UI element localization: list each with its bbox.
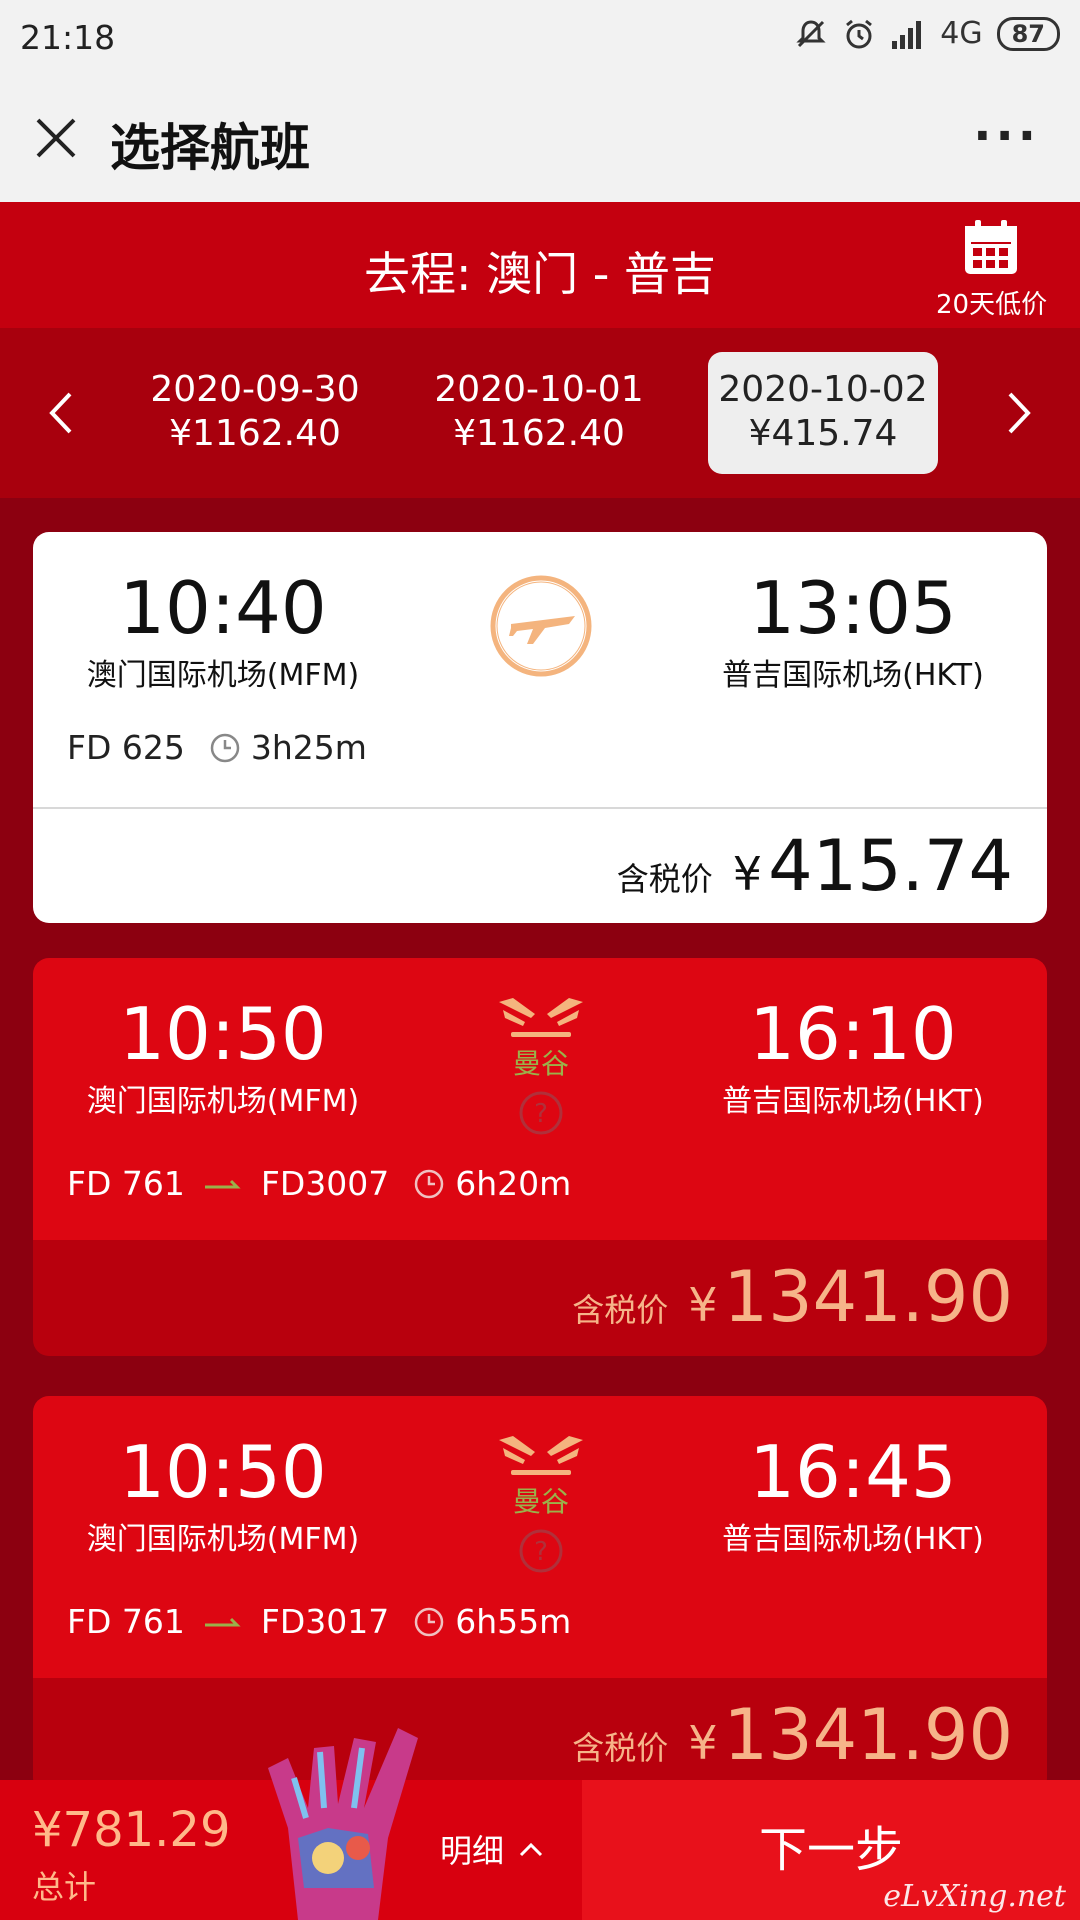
connect-arrow-icon bbox=[204, 1617, 241, 1626]
help-icon[interactable]: ? bbox=[518, 1528, 564, 1574]
detail-label: 明细 bbox=[440, 1832, 505, 1870]
chevron-left-icon[interactable] bbox=[42, 388, 82, 438]
title-bar: 选择航班 ··· bbox=[0, 78, 1080, 202]
price-value: 1341.90 bbox=[723, 1256, 1013, 1338]
arrival-airport: 普吉国际机场(HKT) bbox=[722, 658, 984, 693]
arrival-airport: 普吉国际机场(HKT) bbox=[722, 1522, 984, 1557]
transfer-city: 曼谷 bbox=[512, 1047, 569, 1080]
date-option-date: 2020-10-01 bbox=[434, 369, 644, 410]
calendar-label: 20天低价 bbox=[936, 290, 1048, 320]
price-row: 含税价 ¥ 1341.90 bbox=[572, 1256, 1013, 1338]
departure-airport: 澳门国际机场(MFM) bbox=[86, 1084, 360, 1119]
network-type: 4G bbox=[940, 16, 983, 51]
date-selector: 2020-09-30 ¥1162.40 2020-10-01 ¥1162.40 … bbox=[0, 328, 1080, 498]
total-label: 总计 bbox=[32, 1868, 97, 1906]
flight-card-price: 含税价 ¥ 415.74 bbox=[33, 807, 1047, 923]
battery-indicator: 87 bbox=[996, 16, 1060, 51]
currency-symbol: ¥ bbox=[732, 847, 763, 901]
arrival-time: 16:45 bbox=[749, 1430, 957, 1514]
flight-number: FD 761 bbox=[67, 1602, 185, 1641]
price-row: 含税价 ¥ 1341.90 bbox=[572, 1694, 1013, 1776]
bottom-action-bar: ¥781.29 总计 明细 下一步 eLvXing.net bbox=[0, 1728, 1080, 1920]
close-icon[interactable] bbox=[32, 114, 80, 162]
watermark: eLvXing.net bbox=[883, 1879, 1066, 1914]
route-header: 去程: 澳门 - 普吉 20天低价 bbox=[0, 202, 1080, 328]
clock-icon bbox=[415, 1607, 444, 1636]
arrival-time: 13:05 bbox=[749, 566, 957, 650]
price-label: 含税价 bbox=[616, 860, 713, 898]
total-price: ¥781.29 bbox=[32, 1802, 231, 1858]
flight-duration: 6h20m bbox=[455, 1164, 572, 1203]
departure-airport: 澳门国际机场(MFM) bbox=[86, 1522, 360, 1557]
flight-info-row: FD 761 FD3007 6h20m bbox=[67, 1164, 571, 1203]
clock-icon bbox=[415, 1169, 444, 1198]
date-option[interactable]: 2020-09-30 ¥1162.40 bbox=[140, 352, 370, 474]
transfer-icon bbox=[499, 998, 583, 1037]
flight-info-row: FD 761 FD3017 6h55m bbox=[67, 1602, 571, 1641]
mute-icon bbox=[796, 19, 826, 47]
transfer-city: 曼谷 bbox=[512, 1485, 569, 1518]
flight-number: FD 761 bbox=[67, 1164, 185, 1203]
departure-time: 10:40 bbox=[119, 566, 327, 650]
connect-arrow-icon bbox=[204, 1179, 241, 1188]
date-option-date: 2020-09-30 bbox=[150, 369, 360, 410]
price-label: 含税价 bbox=[572, 1291, 669, 1329]
price-detail-button[interactable]: 明细 bbox=[440, 1826, 544, 1872]
chevron-up-icon bbox=[519, 1842, 543, 1857]
currency-symbol: ¥ bbox=[688, 1278, 718, 1332]
flight-number: FD 625 bbox=[67, 728, 185, 767]
low-price-calendar-button[interactable]: 20天低价 bbox=[936, 216, 1048, 321]
arrival-time: 16:10 bbox=[749, 992, 957, 1076]
flight-card-price: 含税价 ¥ 1341.90 bbox=[33, 1678, 1047, 1794]
page-title: 选择航班 bbox=[110, 119, 310, 177]
chevron-right-icon[interactable] bbox=[998, 388, 1038, 438]
connecting-flight-number: FD3017 bbox=[260, 1602, 390, 1641]
departure-time: 10:50 bbox=[119, 1430, 327, 1514]
date-option-date: 2020-10-02 bbox=[718, 369, 928, 410]
svg-text:?: ? bbox=[534, 1537, 548, 1567]
price-row: 含税价 ¥ 415.74 bbox=[617, 825, 1013, 907]
flight-card-price: 含税价 ¥ 1341.90 bbox=[33, 1240, 1047, 1356]
flight-card-info: 10:50 澳门国际机场(MFM) 曼谷 ? 16:10 普吉国际机场(HKT)… bbox=[33, 958, 1047, 1240]
date-option-price: ¥1162.40 bbox=[169, 413, 341, 454]
calendar-icon bbox=[965, 220, 1017, 274]
arrival-airport: 普吉国际机场(HKT) bbox=[722, 1084, 984, 1119]
flight-card[interactable]: 10:40 澳门国际机场(MFM) 13:05 普吉国际机场(HKT) FD 6… bbox=[33, 532, 1047, 923]
date-option-price: ¥415.74 bbox=[748, 413, 898, 454]
help-icon[interactable]: ? bbox=[518, 1090, 564, 1136]
price-label: 含税价 bbox=[572, 1729, 669, 1767]
route-title: 去程: 澳门 - 普吉 bbox=[364, 247, 716, 301]
status-bar: 21:18 4G 87 bbox=[0, 0, 1080, 78]
departure-airport: 澳门国际机场(MFM) bbox=[86, 658, 360, 693]
departure-time: 10:50 bbox=[119, 992, 327, 1076]
alarm-icon bbox=[846, 19, 873, 48]
more-menu-button[interactable]: ··· bbox=[973, 108, 1040, 164]
status-icons: 4G 87 bbox=[794, 16, 1060, 51]
flight-card[interactable]: 10:50 澳门国际机场(MFM) 曼谷 ? 16:10 普吉国际机场(HKT)… bbox=[33, 958, 1047, 1356]
svg-text:?: ? bbox=[534, 1099, 548, 1129]
signal-icon bbox=[892, 20, 922, 49]
clock-icon bbox=[210, 733, 240, 762]
status-time: 21:18 bbox=[20, 18, 116, 57]
flight-duration: 6h55m bbox=[455, 1602, 572, 1641]
currency-symbol: ¥ bbox=[688, 1716, 718, 1770]
price-value: 1341.90 bbox=[723, 1694, 1013, 1776]
transfer-icon bbox=[499, 1436, 583, 1475]
flight-card-info: 10:40 澳门国际机场(MFM) 13:05 普吉国际机场(HKT) FD 6… bbox=[33, 532, 1047, 807]
price-value: 415.74 bbox=[768, 825, 1013, 907]
airline-logo-icon bbox=[490, 575, 592, 677]
flight-card[interactable]: 10:50 澳门国际机场(MFM) 曼谷 ? 16:45 普吉国际机场(HKT)… bbox=[33, 1396, 1047, 1794]
flight-info-row: FD 625 3h25m bbox=[67, 728, 367, 767]
mascot-hand-image bbox=[268, 1728, 418, 1920]
date-option[interactable]: 2020-10-01 ¥1162.40 bbox=[424, 352, 654, 474]
date-option-price: ¥1162.40 bbox=[453, 413, 625, 454]
date-option-selected[interactable]: 2020-10-02 ¥415.74 bbox=[708, 352, 938, 474]
connecting-flight-number: FD3007 bbox=[260, 1164, 390, 1203]
flight-card-info: 10:50 澳门国际机场(MFM) 曼谷 ? 16:45 普吉国际机场(HKT)… bbox=[33, 1396, 1047, 1678]
flight-duration: 3h25m bbox=[250, 728, 367, 767]
